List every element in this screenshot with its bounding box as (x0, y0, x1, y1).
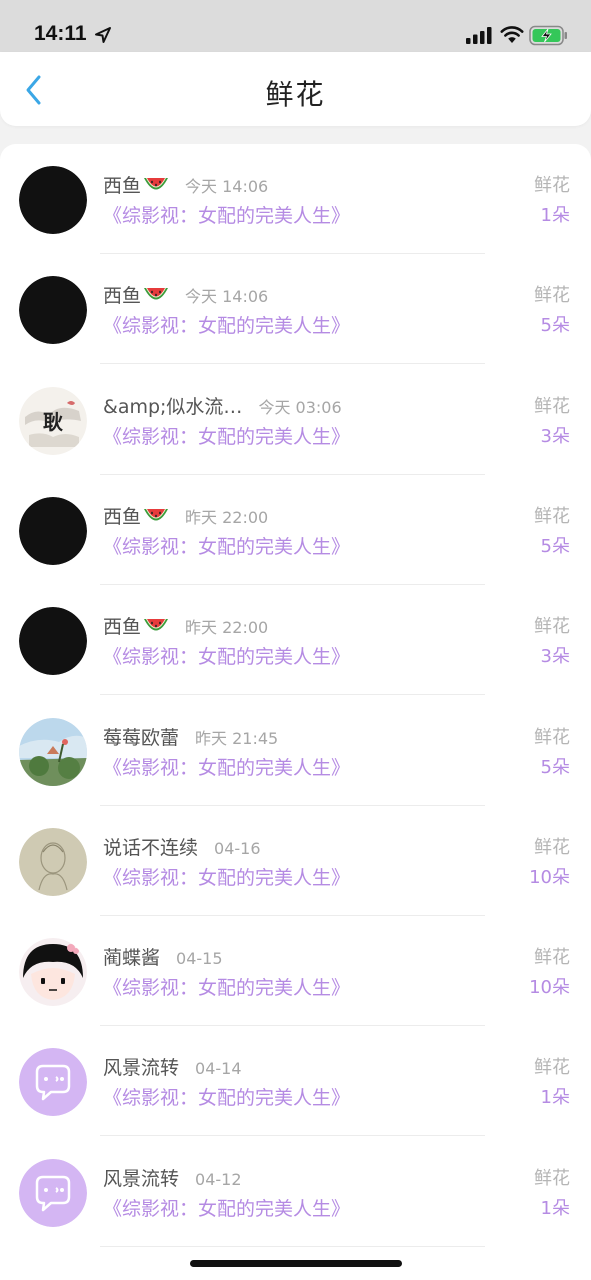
avatar[interactable]: 耿 (19, 386, 87, 455)
username-line: &amp;似水流… 今天 03:06 (103, 395, 342, 420)
gift-type: 鲜花 (534, 836, 570, 858)
gift-type: 鲜花 (534, 505, 570, 527)
back-button[interactable] (14, 70, 54, 110)
status-bar: 14:11 (0, 0, 591, 52)
list-item[interactable]: 西鱼 昨天 22:00 《综影视：女配的完美人生》 鲜花 3朵 (0, 585, 591, 696)
gift-count: 10朵 (529, 866, 570, 888)
list-item[interactable]: 风景流转 04-12 《综影视：女配的完美人生》 鲜花 1朵 (0, 1137, 591, 1247)
book-title[interactable]: 《综影视：女配的完美人生》 (103, 1086, 350, 1110)
timestamp: 04-12 (195, 1169, 242, 1189)
username-line: 莓莓欧蕾 昨天 21:45 (103, 726, 278, 751)
book-title[interactable]: 《综影视：女配的完美人生》 (103, 756, 350, 780)
avatar[interactable] (19, 938, 87, 1007)
timestamp: 04-15 (176, 949, 223, 969)
timestamp: 今天 14:06 (185, 287, 269, 307)
username[interactable]: &amp;似水流… (103, 396, 242, 418)
avatar[interactable] (19, 496, 87, 565)
list-item[interactable]: 说话不连续 04-16 《综影视：女配的完美人生》 鲜花 10朵 (0, 806, 591, 916)
username[interactable]: 西鱼 (103, 616, 141, 638)
gift-count: 10朵 (529, 977, 570, 999)
battery-charging-icon (529, 25, 567, 46)
book-title[interactable]: 《综影视：女配的完美人生》 (103, 535, 350, 559)
avatar[interactable] (19, 276, 87, 345)
watermelon-icon (144, 619, 169, 631)
timestamp: 今天 03:06 (258, 397, 342, 417)
timestamp: 昨天 22:00 (185, 618, 269, 638)
gift-type: 鲜花 (534, 1057, 570, 1079)
gift-type: 鲜花 (534, 726, 570, 748)
wifi-icon (500, 26, 524, 43)
gift-type: 鲜花 (534, 285, 570, 307)
username-line: 蔺蝶酱 04-15 (103, 946, 223, 971)
gift-type: 鲜花 (534, 395, 570, 417)
list-item[interactable]: 西鱼 今天 14:06 《综影视：女配的完美人生》 鲜花 5朵 (0, 254, 591, 365)
username-line: 说话不连续 04-16 (103, 836, 261, 861)
list-item[interactable]: 莓莓欧蕾 昨天 21:45 《综影视：女配的完美人生》 鲜花 5朵 (0, 696, 591, 806)
avatar[interactable] (19, 166, 87, 234)
status-time: 14:11 (34, 22, 87, 45)
timestamp: 今天 14:06 (185, 177, 269, 196)
gift-count: 1朵 (540, 1087, 570, 1109)
home-indicator[interactable] (190, 1260, 402, 1267)
timestamp: 04-14 (195, 1059, 242, 1079)
book-title[interactable]: 《综影视：女配的完美人生》 (103, 645, 350, 669)
username-line: 西鱼 今天 14:06 (103, 174, 268, 199)
username-line: 西鱼 昨天 22:00 (103, 615, 268, 640)
username-line: 风景流转 04-12 (103, 1167, 242, 1192)
svg-text:耿: 耿 (43, 410, 63, 434)
timestamp: 04-16 (214, 838, 261, 858)
location-arrow-icon (95, 27, 111, 43)
book-title[interactable]: 《综影视：女配的完美人生》 (103, 204, 350, 228)
list-item[interactable]: 耿 &amp;似水流… 今天 03:06 《综影视：女配的完美人生》 鲜花 3朵 (0, 365, 591, 475)
username[interactable]: 风景流转 (103, 1057, 179, 1079)
flower-gift-list: 西鱼 今天 14:06 《综影视：女配的完美人生》 鲜花 1朵 西鱼 今天 14:0… (0, 144, 591, 1280)
username[interactable]: 风景流转 (103, 1168, 179, 1190)
username-line: 西鱼 今天 14:06 (103, 284, 268, 309)
watermelon-icon (144, 288, 169, 300)
book-title[interactable]: 《综影视：女配的完美人生》 (103, 425, 350, 449)
username-line: 西鱼 昨天 22:00 (103, 505, 268, 530)
gift-type: 鲜花 (534, 947, 570, 969)
watermelon-icon (144, 508, 169, 521)
book-title[interactable]: 《综影视：女配的完美人生》 (103, 1197, 350, 1221)
nav-header: 鲜花 (0, 52, 591, 126)
timestamp: 昨天 22:00 (185, 507, 269, 527)
username[interactable]: 莓莓欧蕾 (103, 727, 179, 749)
list-item[interactable]: 西鱼 昨天 22:00 《综影视：女配的完美人生》 鲜花 5朵 (0, 475, 591, 585)
cellular-signal-icon (466, 27, 492, 44)
book-title[interactable]: 《综影视：女配的完美人生》 (103, 314, 350, 338)
gift-count: 1朵 (540, 205, 570, 226)
gift-count: 5朵 (540, 315, 570, 337)
avatar[interactable] (19, 1048, 87, 1117)
page-title: 鲜花 (265, 78, 326, 111)
avatar[interactable] (19, 717, 87, 786)
gift-count: 5朵 (540, 535, 570, 557)
username-line: 风景流转 04-14 (103, 1056, 242, 1081)
username[interactable]: 西鱼 (103, 175, 141, 197)
gift-type: 鲜花 (534, 1167, 570, 1189)
gift-count: 1朵 (540, 1197, 570, 1219)
gift-type: 鲜花 (534, 616, 570, 638)
gift-count: 3朵 (540, 646, 570, 668)
timestamp: 昨天 21:45 (195, 728, 279, 748)
chevron-left-icon (26, 75, 41, 105)
avatar[interactable] (19, 1158, 87, 1227)
username[interactable]: 蔺蝶酱 (103, 947, 160, 969)
watermelon-icon (144, 178, 169, 190)
list-item[interactable]: 西鱼 今天 14:06 《综影视：女配的完美人生》 鲜花 1朵 (0, 144, 591, 254)
gift-count: 5朵 (540, 756, 570, 778)
book-title[interactable]: 《综影视：女配的完美人生》 (103, 976, 350, 1000)
row-divider (100, 1245, 485, 1247)
screen: 14:11 鲜花 西鱼 今天 14:06 《综影视：女配的完美人生》 鲜花 1朵… (0, 0, 591, 1280)
list-item[interactable]: 蔺蝶酱 04-15 《综影视：女配的完美人生》 鲜花 10朵 (0, 916, 591, 1027)
gift-type: 鲜花 (534, 175, 570, 196)
username[interactable]: 西鱼 (103, 506, 141, 528)
book-title[interactable]: 《综影视：女配的完美人生》 (103, 866, 350, 890)
username[interactable]: 西鱼 (103, 285, 141, 307)
avatar[interactable] (19, 827, 87, 896)
avatar[interactable] (19, 607, 87, 676)
gift-count: 3朵 (540, 425, 570, 447)
list-item[interactable]: 风景流转 04-14 《综影视：女配的完美人生》 鲜花 1朵 (0, 1026, 591, 1137)
username[interactable]: 说话不连续 (103, 837, 198, 859)
